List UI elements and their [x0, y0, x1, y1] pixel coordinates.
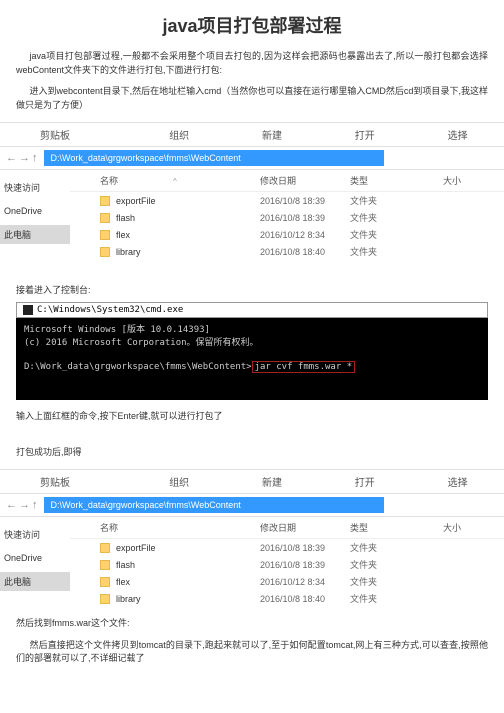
final-para: 然后直接把这个文件拷贝到tomcat的目录下,跑起来就可以了,至于如何配置tom…: [0, 635, 504, 670]
step-para-1: 进入到webcontent目录下,然后在地址栏输入cmd（当然你也可以直接在运行…: [0, 81, 504, 116]
sidebar-quick-access[interactable]: 快速访问: [0, 178, 70, 197]
file-row[interactable]: library2016/10/8 18:40文件夹: [70, 590, 504, 607]
sidebar-this-pc[interactable]: 此电脑: [0, 225, 70, 244]
folder-icon: [100, 543, 110, 553]
sidebar-onedrive[interactable]: OneDrive: [0, 550, 70, 566]
toolbar-new[interactable]: 新建: [226, 123, 319, 146]
folder-icon: [100, 247, 110, 257]
file-row[interactable]: exportFile2016/10/8 18:39文件夹: [70, 192, 504, 209]
toolbar-select[interactable]: 选择: [411, 123, 504, 146]
toolbar-organize[interactable]: 组织: [133, 470, 226, 493]
step-para-2: 接着进入了控制台:: [0, 280, 504, 302]
nav-forward-icon[interactable]: →: [19, 152, 30, 164]
folder-icon: [100, 560, 110, 570]
step-para-3: 输入上面红框的命令,按下Enter键,就可以进行打包了: [0, 406, 504, 428]
explorer-navrow: ← → ↑ D:\Work_data\grgworkspace\fmms\Web…: [0, 494, 504, 517]
toolbar-open[interactable]: 打开: [318, 470, 411, 493]
file-row[interactable]: flex2016/10/12 8:34文件夹: [70, 573, 504, 590]
file-row[interactable]: flash2016/10/8 18:39文件夹: [70, 209, 504, 226]
folder-icon: [100, 230, 110, 240]
folder-icon: [100, 213, 110, 223]
explorer-navrow: ← → ↑ D:\Work_data\grgworkspace\fmms\Web…: [0, 147, 504, 170]
toolbar-organize[interactable]: 组织: [133, 123, 226, 146]
cmd-output-line: (c) 2016 Microsoft Corporation。保留所有权利。: [24, 337, 480, 351]
nav-back-icon[interactable]: ←: [6, 152, 17, 164]
cmd-output-line: Microsoft Windows [版本 10.0.14393]: [24, 324, 480, 338]
step-para-4: 打包成功后,即得: [0, 442, 504, 464]
file-list-header[interactable]: 名称 修改日期 类型 大小: [70, 517, 504, 539]
toolbar-paste[interactable]: 剪贴板: [0, 470, 133, 493]
nav-up-icon[interactable]: ↑: [32, 499, 38, 511]
step-para-5: 然后找到fmms.war这个文件:: [0, 613, 504, 635]
toolbar-select[interactable]: 选择: [411, 470, 504, 493]
address-bar[interactable]: D:\Work_data\grgworkspace\fmms\WebConten…: [44, 150, 384, 166]
folder-icon: [100, 594, 110, 604]
cmd-window: C:\Windows\System32\cmd.exe Microsoft Wi…: [16, 302, 488, 401]
cmd-icon: [23, 305, 33, 315]
sidebar-onedrive[interactable]: OneDrive: [0, 203, 70, 219]
file-row[interactable]: exportFile2016/10/8 18:39文件夹: [70, 539, 504, 556]
file-list-pane: 名称^ 修改日期 类型 大小 exportFile2016/10/8 18:39…: [70, 170, 504, 260]
toolbar-new[interactable]: 新建: [226, 470, 319, 493]
file-list-header[interactable]: 名称^ 修改日期 类型 大小: [70, 170, 504, 192]
intro-para: java项目打包部署过程,一般都不会采用整个项目去打包的,因为这样会把源码也暴露…: [0, 46, 504, 81]
explorer-toolbar: 剪贴板 组织 新建 打开 选择: [0, 469, 504, 494]
explorer-sidebar: 快速访问 OneDrive 此电脑: [0, 170, 70, 260]
file-row[interactable]: flex2016/10/12 8:34文件夹: [70, 226, 504, 243]
folder-icon: [100, 196, 110, 206]
sort-caret-icon: ^: [173, 177, 177, 186]
nav-back-icon[interactable]: ←: [6, 499, 17, 511]
nav-forward-icon[interactable]: →: [19, 499, 30, 511]
explorer-sidebar: 快速访问 OneDrive 此电脑: [0, 517, 70, 607]
nav-up-icon[interactable]: ↑: [32, 152, 38, 164]
sidebar-quick-access[interactable]: 快速访问: [0, 525, 70, 544]
file-list-pane: 名称 修改日期 类型 大小 exportFile2016/10/8 18:39文…: [70, 517, 504, 607]
file-row[interactable]: library2016/10/8 18:40文件夹: [70, 243, 504, 260]
cmd-highlighted-command: jar cvf fmms.war *: [252, 361, 356, 373]
toolbar-open[interactable]: 打开: [318, 123, 411, 146]
page-title: java项目打包部署过程: [0, 0, 504, 46]
toolbar-paste[interactable]: 剪贴板: [0, 123, 133, 146]
folder-icon: [100, 577, 110, 587]
address-bar[interactable]: D:\Work_data\grgworkspace\fmms\WebConten…: [44, 497, 384, 513]
sidebar-this-pc[interactable]: 此电脑: [0, 572, 70, 591]
cmd-prompt-line[interactable]: D:\Work_data\grgworkspace\fmms\WebConten…: [24, 361, 480, 375]
cmd-titlebar: C:\Windows\System32\cmd.exe: [16, 302, 488, 318]
explorer-toolbar: 剪贴板 组织 新建 打开 选择: [0, 122, 504, 147]
file-row[interactable]: flash2016/10/8 18:39文件夹: [70, 556, 504, 573]
